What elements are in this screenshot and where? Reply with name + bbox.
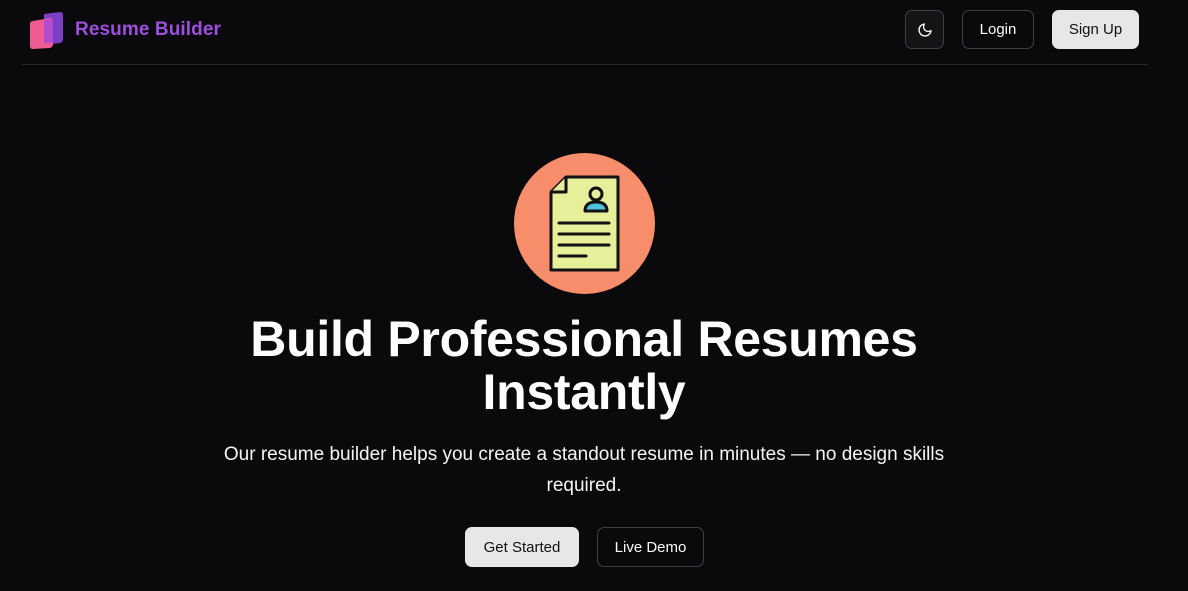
layered-pages-logo-icon (30, 12, 63, 49)
hero-title: Build Professional Resumes Instantly (250, 311, 918, 420)
login-button[interactable]: Login (962, 10, 1034, 49)
moon-icon (917, 22, 932, 37)
theme-toggle-button[interactable] (905, 10, 944, 49)
brand-name: Resume Builder (75, 19, 222, 40)
brand-link[interactable]: Resume Builder (30, 11, 221, 49)
resume-document-icon (514, 153, 655, 294)
hero-subtitle: Our resume builder helps you create a st… (223, 444, 945, 496)
signup-button[interactable]: Sign Up (1052, 10, 1139, 49)
live-demo-button[interactable]: Live Demo (597, 527, 704, 567)
navbar: Resume Builder Login Sign Up (22, 0, 1148, 65)
get-started-button[interactable]: Get Started (465, 527, 579, 567)
